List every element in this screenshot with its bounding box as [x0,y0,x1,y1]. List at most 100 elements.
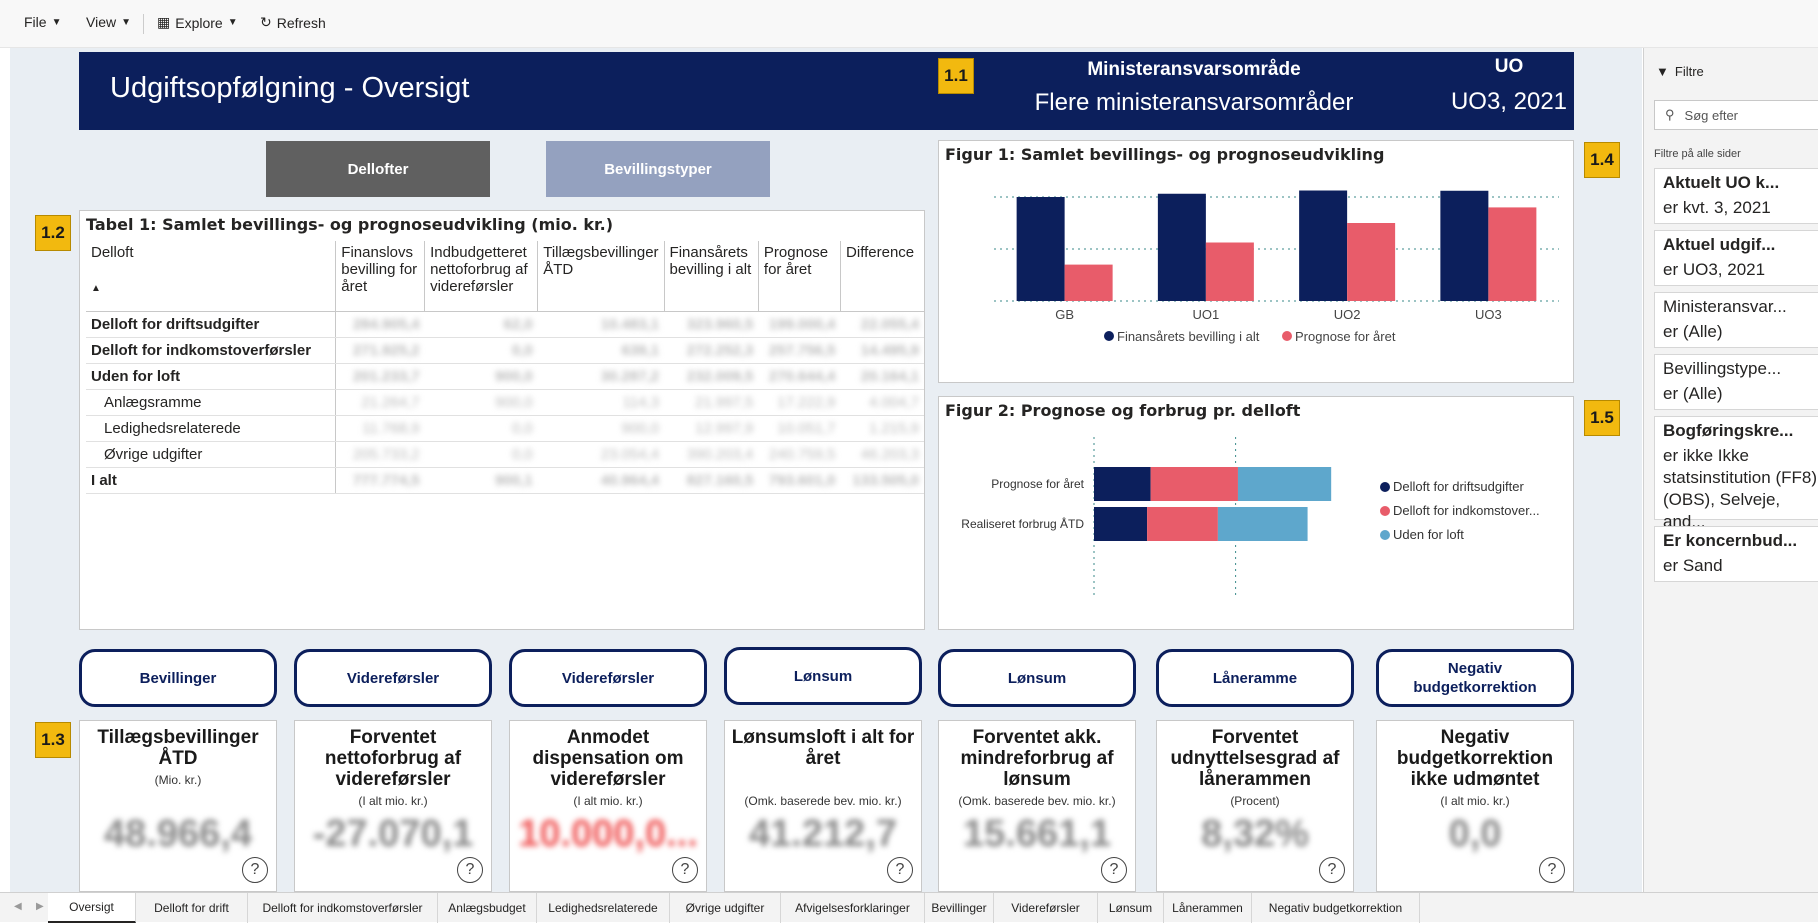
table-cell: 22.055,4 [840,311,924,338]
table-row[interactable]: Delloft for indkomstoverførsler 271.925,2… [86,337,924,364]
column-header[interactable]: Prognose for året [758,241,842,312]
file-menu[interactable]: File ▼ [24,14,61,30]
column-header[interactable]: Finanslovs bevilling for året [335,241,426,312]
column-header-delloft[interactable]: Delloft ▲ [86,241,337,312]
help-icon[interactable]: ? [672,857,698,883]
view-menu-label: View [86,14,117,30]
table-cell: 133.505,0 [840,467,924,494]
stacked-bar-segment [1094,507,1148,541]
table-row[interactable]: Øvrige udgifter 205.733,2 0,0 23.054,4 390.2… [86,441,924,468]
filter-card-title: Aktuel udgif... [1663,235,1776,254]
help-icon[interactable]: ? [887,857,913,883]
help-icon[interactable]: ? [242,857,268,883]
table-cell: 201.233,7 [335,363,425,390]
table-cell: 232.009,5 [664,363,759,390]
page-tab[interactable]: Videreførsler [994,893,1098,923]
page-tab[interactable]: Oversigt [48,893,136,923]
table-row[interactable]: Ledighedsrelaterede 11.768,9 0,0 900,0 12.99… [86,415,924,442]
help-icon[interactable]: ? [1319,857,1345,883]
stacked-bar-segment [1150,467,1238,501]
kpi-card-title: Lønsumsloft i alt for året [731,727,915,769]
table-cell: 900,1 [424,467,538,494]
filter-card-value: er Sand [1663,556,1723,575]
badge-1-3: 1.3 [35,722,71,758]
table-row[interactable]: Anlægsramme 21.264,7 900,0 114,3 21.997,5 17.… [86,389,924,416]
column-header[interactable]: Difference [840,241,924,312]
view-menu[interactable]: View ▼ [86,14,131,30]
page-tab[interactable]: Delloft for indkomstoverførsler [248,893,438,923]
bar-prognose [1205,242,1254,301]
page-tab[interactable]: Lønsum [1098,893,1164,923]
page-tab[interactable]: Negativ budgetkorrektion [1252,893,1420,923]
filter-card-title: Bevillingstype... [1663,359,1782,378]
badge-1-4: 1.4 [1584,142,1620,178]
bar-bevilling [1016,197,1065,301]
stacked-bar-segment [1147,507,1218,541]
table-row[interactable]: Uden for loft 201.233,7 900,0 30.287,2 232.0… [86,363,924,390]
table-cell: 21.997,5 [664,389,759,416]
column-header[interactable]: Finansårets bevilling i alt [664,241,759,312]
table-cell: 12.997,9 [664,415,759,442]
legend-marker [1380,530,1390,540]
filter-card-title: Aktuelt UO k... [1663,173,1780,192]
table-cell: 40.964,4 [537,467,665,494]
filter-card-value: er ikke Ikke statsinstitution (FF8) (OBS… [1663,446,1817,531]
filter-card[interactable]: Ministeransvar... er (Alle) [1654,292,1818,348]
filter-card-value: er (Alle) [1663,384,1723,403]
help-icon[interactable]: ? [457,857,483,883]
table-row-label: Uden for loft [86,363,337,390]
explore-menu[interactable]: ▦ Explore ▼ [157,14,238,31]
bevillinger-pill-button[interactable]: Bevillinger [79,649,277,707]
tabs-next-icon[interactable]: ▶ [36,901,44,912]
lonsum-pill-button[interactable]: Lønsum [724,647,922,705]
table-cell: 257.756,5 [758,337,841,364]
kpi-card-subtitle: (I alt mio. kr.) [573,794,643,808]
kpi-card: Anmodet dispensation om videreførsler (I … [509,720,707,892]
refresh-button[interactable]: ↻ Refresh [260,14,326,31]
laaneramme-pill-button[interactable]: Låneramme [1156,649,1354,707]
table-title: Tabel 1: Samlet bevillings- og prognoseu… [86,215,613,234]
lonsum-pill-button-2[interactable]: Lønsum [938,649,1136,707]
column-header[interactable]: Indbudgetteret nettoforbrug af viderefør… [424,241,539,312]
tabs-prev-icon[interactable]: ◀ [14,901,22,912]
badge-1-1: 1.1 [938,58,974,94]
sort-ascending-icon[interactable]: ▲ [91,283,330,294]
ministry-label: Ministeransvarsområde [1087,59,1301,80]
table-cell: 793.601,0 [758,467,841,494]
explore-menu-label: Explore [175,14,223,31]
table-cell: 10.483,1 [537,311,665,338]
filter-card[interactable]: Aktuel udgif... er UO3, 2021 [1654,230,1818,286]
table-row[interactable]: I alt 777.774,5 900,1 40.964,4 827.160,5 793.… [86,467,924,494]
videreforsler-pill-button[interactable]: Videreførsler [294,649,492,707]
filter-section-label: Filtre på alle sider [1654,148,1741,160]
stacked-bar-segment [1217,507,1308,541]
table-row[interactable]: Delloft for driftsudgifter 284.905,4 62,0 1… [86,311,924,338]
page-tab[interactable]: Ledighedsrelaterede [537,893,670,923]
filter-icon: ▼ [1656,64,1669,79]
kpi-card-value: 41.212,7 [749,813,897,855]
help-icon[interactable]: ? [1539,857,1565,883]
help-icon[interactable]: ? [1101,857,1127,883]
top-toolbar: File ▼ View ▼ ▦ Explore ▼ ↻ Refresh [0,0,1818,48]
bevillingstyper-button[interactable]: Bevillingstyper [546,141,770,197]
kpi-card: Forventet akk. mindreforbrug af lønsum (O… [938,720,1136,892]
negativ-budgetkorrektion-pill-button[interactable]: Negativ budgetkorrektion [1376,649,1574,707]
page-tab[interactable]: Bevillinger [925,893,994,923]
page-tab[interactable]: Lånerammen [1164,893,1252,923]
delofter-button[interactable]: Dellofter [266,141,490,197]
filter-card[interactable]: Bevillingstype... er (Alle) [1654,354,1818,410]
page-tab[interactable]: Delloft for drift [136,893,248,923]
filter-card[interactable]: Bogføringskre... er ikke Ikke statsinstit… [1654,416,1818,531]
page-tab[interactable]: Øvrige udgifter [670,893,781,923]
column-header[interactable]: Tillægsbevillinger ÅTD [537,241,665,312]
filter-card[interactable]: Er koncernbud... er Sand [1654,526,1818,582]
page-tab[interactable]: Afvigelsesforklaringer [781,893,925,923]
table-cell: 0,0 [424,337,538,364]
toolbar-divider [143,14,144,34]
filter-card[interactable]: Aktuelt UO k... er kvt. 3, 2021 [1654,168,1818,224]
page-tab[interactable]: Anlægsbudget [438,893,537,923]
videreforsler-pill-button-2[interactable]: Videreførsler [509,649,707,707]
filter-card-value: er kvt. 3, 2021 [1663,198,1771,217]
filter-search-input[interactable]: ⚲ Søg efter [1654,100,1818,130]
bar-prognose [1488,207,1537,301]
